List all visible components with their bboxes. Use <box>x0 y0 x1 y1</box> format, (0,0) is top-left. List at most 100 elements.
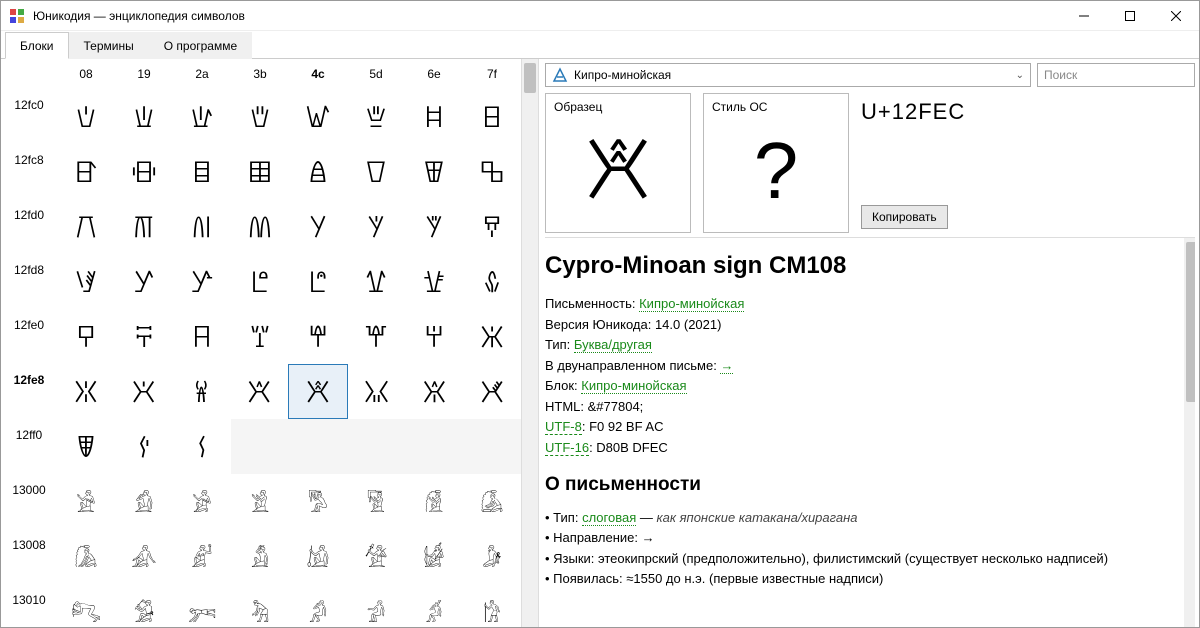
script-dropdown[interactable]: Кипро-минойская ⌄ <box>545 63 1031 87</box>
tab-blocks[interactable]: Блоки <box>5 32 69 59</box>
character-cell[interactable]: 𓀈 <box>57 529 115 584</box>
character-cell[interactable]: 𓀄 <box>289 474 347 529</box>
character-cell[interactable]: 𓀖 <box>405 584 463 627</box>
character-cell[interactable]: 𓀐 <box>57 584 115 627</box>
character-cell[interactable]: 𒿙 <box>115 254 173 309</box>
character-cell[interactable]: 𒿟 <box>463 254 521 309</box>
character-cell[interactable]: 𒿊 <box>173 144 231 199</box>
character-cell[interactable]: 𓀊 <box>173 529 231 584</box>
character-cell[interactable]: 𓀆 <box>405 474 463 529</box>
character-cell[interactable]: 𒿀 <box>57 89 115 144</box>
character-cell[interactable]: 𒿝 <box>347 254 405 309</box>
character-cell[interactable]: 𒿭 <box>348 364 406 419</box>
character-cell[interactable]: 𒿨 <box>57 364 115 419</box>
bidi-link[interactable]: → <box>720 358 733 374</box>
detail-scrollbar[interactable] <box>1184 238 1195 627</box>
copy-button[interactable]: Копировать <box>861 205 948 229</box>
tab-about[interactable]: О программе <box>149 32 252 59</box>
character-cell[interactable]: 𒿘 <box>57 254 115 309</box>
character-cell[interactable]: 𒿰 <box>57 419 115 474</box>
character-cell[interactable]: 𓀀 <box>57 474 115 529</box>
character-cell[interactable]: 𒿯 <box>463 364 521 419</box>
utf8-link[interactable]: UTF-8 <box>545 419 582 435</box>
character-cell[interactable]: 𓀎 <box>405 529 463 584</box>
character-cell[interactable]: 𒿤 <box>289 309 347 364</box>
character-cell[interactable]: 𒿧 <box>463 309 521 364</box>
character-cell[interactable]: 𒿍 <box>347 144 405 199</box>
character-cell[interactable]: 𒿎 <box>405 144 463 199</box>
character-cell[interactable]: 𓀁 <box>115 474 173 529</box>
character-cell[interactable]: 𒿅 <box>347 89 405 144</box>
character-cell[interactable]: 𒿱 <box>115 419 173 474</box>
type-link[interactable]: Буква/другая <box>574 337 652 353</box>
character-cell[interactable]: 𓀅 <box>347 474 405 529</box>
character-cell[interactable]: 𒿏 <box>463 144 521 199</box>
character-cell[interactable] <box>231 419 289 474</box>
os-glyph: ? <box>712 120 840 222</box>
character-cell[interactable]: 𒿠 <box>57 309 115 364</box>
character-cell[interactable]: 𓀏 <box>463 529 521 584</box>
block-link[interactable]: Кипро-минойская <box>581 378 686 394</box>
character-cell[interactable]: 𒿋 <box>231 144 289 199</box>
character-cell[interactable] <box>463 419 521 474</box>
character-cell[interactable]: 𒿕 <box>347 199 405 254</box>
search-input[interactable]: Поиск <box>1037 63 1195 87</box>
character-cell[interactable]: 𒿐 <box>57 199 115 254</box>
character-cell[interactable] <box>347 419 405 474</box>
character-cell[interactable]: 𒿮 <box>406 364 464 419</box>
character-cell[interactable]: 𓀂 <box>173 474 231 529</box>
character-cell[interactable]: 𒿒 <box>173 199 231 254</box>
character-cell[interactable]: 𒿢 <box>173 309 231 364</box>
character-cell[interactable]: 𒿛 <box>231 254 289 309</box>
character-cell[interactable]: 𓀕 <box>347 584 405 627</box>
character-cell[interactable]: 𒿉 <box>115 144 173 199</box>
character-cell[interactable]: 𒿔 <box>289 199 347 254</box>
character-cell[interactable] <box>289 419 347 474</box>
character-cell[interactable]: 𓀉 <box>115 529 173 584</box>
character-cell[interactable]: 𓀌 <box>289 529 347 584</box>
character-cell[interactable]: 𒿄 <box>289 89 347 144</box>
character-cell[interactable]: 𒿫 <box>230 364 288 419</box>
character-cell[interactable]: 𓀃 <box>231 474 289 529</box>
close-button[interactable] <box>1153 1 1199 30</box>
character-cell[interactable]: 𒿚 <box>173 254 231 309</box>
grid-scrollbar[interactable] <box>521 59 538 627</box>
character-cell[interactable]: 𒿓 <box>231 199 289 254</box>
character-cell[interactable]: 𒿁 <box>115 89 173 144</box>
utf16-link[interactable]: UTF-16 <box>545 440 589 456</box>
character-cell[interactable]: 𓀗 <box>463 584 521 627</box>
script-link[interactable]: Кипро-минойская <box>639 296 744 312</box>
character-cell[interactable]: 𒿥 <box>347 309 405 364</box>
minimize-button[interactable] <box>1061 1 1107 30</box>
character-cell[interactable]: 𓀑 <box>115 584 173 627</box>
character-cell[interactable]: 𒿜 <box>289 254 347 309</box>
character-cell[interactable]: 𒿣 <box>231 309 289 364</box>
character-cell[interactable]: 𒿌 <box>289 144 347 199</box>
character-cell[interactable]: 𓀋 <box>231 529 289 584</box>
character-cell[interactable]: 𒿆 <box>405 89 463 144</box>
character-cell[interactable]: 𓀍 <box>347 529 405 584</box>
character-cell[interactable]: 𒿬 <box>288 364 348 419</box>
character-cell[interactable]: 𒿡 <box>115 309 173 364</box>
character-cell[interactable]: 𒿈 <box>57 144 115 199</box>
character-cell[interactable]: 𓀔 <box>289 584 347 627</box>
character-cell[interactable]: 𒿖 <box>405 199 463 254</box>
character-cell[interactable]: 𒿪 <box>173 364 231 419</box>
character-cell[interactable]: 𒿲 <box>173 419 231 474</box>
character-cell[interactable]: 𒿑 <box>115 199 173 254</box>
syllabic-link[interactable]: слоговая <box>582 510 636 526</box>
character-cell[interactable]: 𒿗 <box>463 199 521 254</box>
character-cell[interactable]: 𓀒 <box>173 584 231 627</box>
tab-terms[interactable]: Термины <box>69 32 149 59</box>
sample-preview: Образец 𒿬 <box>545 93 691 233</box>
character-cell[interactable]: 𓀓 <box>231 584 289 627</box>
character-cell[interactable]: 𒿃 <box>231 89 289 144</box>
maximize-button[interactable] <box>1107 1 1153 30</box>
character-cell[interactable]: 𒿇 <box>463 89 521 144</box>
character-cell[interactable]: 𒿩 <box>115 364 173 419</box>
character-cell[interactable]: 𒿂 <box>173 89 231 144</box>
character-cell[interactable]: 𓀇 <box>463 474 521 529</box>
character-cell[interactable]: 𒿞 <box>405 254 463 309</box>
character-cell[interactable]: 𒿦 <box>405 309 463 364</box>
character-cell[interactable] <box>405 419 463 474</box>
